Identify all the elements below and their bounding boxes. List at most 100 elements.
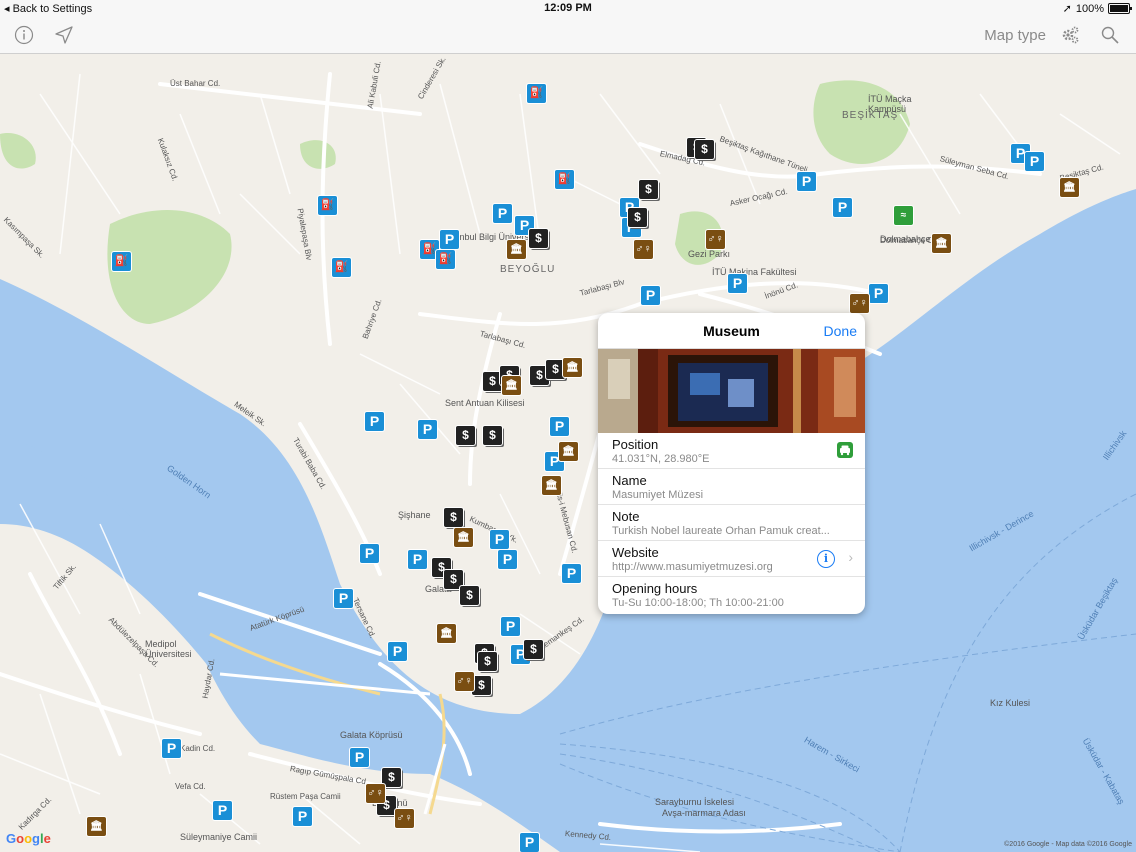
parking-pin[interactable]: P	[408, 550, 427, 569]
opening-hours-row[interactable]: Opening hours Tu-Su 10:00-18:00; Th 10:0…	[598, 577, 865, 613]
museum-pin[interactable]: 🏛	[932, 234, 951, 253]
museum-pin[interactable]: 🏛	[454, 528, 473, 547]
museum-pin[interactable]: 🏛	[559, 442, 578, 461]
atm-pin[interactable]: $	[529, 229, 548, 248]
fuel-station-icon[interactable]: ⛽	[112, 252, 131, 271]
atm-pin[interactable]: $	[695, 140, 714, 159]
road-label: Rüstem Paşa Camii	[270, 792, 341, 801]
poi-label: Sent Antuan Kilisesi	[445, 398, 525, 408]
road-label: Üst Bahar Cd.	[170, 79, 221, 88]
website-row[interactable]: Website http://www.masumiyetmuzesi.org i…	[598, 541, 865, 577]
parking-pin[interactable]: P	[1025, 152, 1044, 171]
museum-pin[interactable]: 🏛	[1060, 178, 1079, 197]
parking-pin[interactable]: P	[360, 544, 379, 563]
parking-pin[interactable]: P	[562, 564, 581, 583]
parking-pin[interactable]: P	[334, 589, 353, 608]
parking-pin[interactable]: P	[498, 550, 517, 569]
poi-label: Kız Kulesi	[990, 698, 1031, 708]
parking-pin[interactable]: P	[493, 204, 512, 223]
parking-pin[interactable]: P	[162, 739, 181, 758]
museum-pin[interactable]: 🏛	[87, 817, 106, 836]
position-row[interactable]: Position 41.031°N, 28.980°E	[598, 433, 865, 469]
atm-pin[interactable]: $	[628, 208, 647, 227]
chevron-right-icon: ›	[848, 549, 853, 565]
search-icon[interactable]	[1100, 25, 1120, 45]
atm-pin[interactable]: $	[483, 426, 502, 445]
parking-pin[interactable]: P	[293, 807, 312, 826]
parking-pin[interactable]: P	[418, 420, 437, 439]
fuel-station-icon[interactable]: ⛽	[436, 250, 455, 269]
done-button[interactable]: Done	[824, 323, 857, 339]
toilet-pin[interactable]: ♂♀	[850, 294, 869, 313]
parking-pin[interactable]: P	[388, 642, 407, 661]
poi-label: İTÜ Makina Fakültesi	[712, 267, 797, 277]
swimming-pool-pin[interactable]: ≈	[894, 206, 913, 225]
map-view[interactable]: BEYOĞLU BEŞİKTAŞ Üst Bahar Cd. Kulaksız …	[0, 54, 1136, 852]
atm-pin[interactable]: $	[444, 508, 463, 527]
parking-pin[interactable]: P	[869, 284, 888, 303]
atm-pin[interactable]: $	[639, 180, 658, 199]
parking-pin[interactable]: P	[797, 172, 816, 191]
fuel-station-icon[interactable]: ⛽	[555, 170, 574, 189]
museum-pin[interactable]: 🏛	[437, 624, 456, 643]
poi-label: Gezi Parkı	[688, 249, 731, 259]
parking-pin[interactable]: P	[550, 417, 569, 436]
atm-pin[interactable]: $	[460, 586, 479, 605]
gear-icon[interactable]	[1060, 25, 1080, 45]
toilet-pin[interactable]: ♂♀	[706, 230, 725, 249]
popover-header: Museum Done	[598, 313, 865, 349]
museum-pin[interactable]: 🏛	[507, 240, 526, 259]
parking-pin[interactable]: P	[213, 801, 232, 820]
toilet-pin[interactable]: ♂♀	[395, 809, 414, 828]
poi-label: Medipol Üniversitesi	[145, 639, 192, 659]
locate-icon[interactable]	[54, 25, 74, 45]
poi-label: Avşa-marmara Adası	[662, 808, 746, 818]
toilet-pin[interactable]: ♂♀	[455, 672, 474, 691]
museum-pin[interactable]: 🏛	[502, 376, 521, 395]
status-right: ➚ 100%	[1062, 2, 1132, 15]
atm-pin[interactable]: $	[472, 676, 491, 695]
poi-label: Sarayburnu İskelesi	[655, 797, 735, 807]
map-copyright: ©2016 Google - Map data ©2016 Google	[1004, 841, 1132, 848]
atm-pin[interactable]: $	[382, 768, 401, 787]
fuel-station-icon[interactable]: ⛽	[318, 196, 337, 215]
parking-pin[interactable]: P	[490, 530, 509, 549]
parking-pin[interactable]: P	[641, 286, 660, 305]
road-label: Kadin Cd.	[180, 744, 216, 753]
status-time: 12:09 PM	[544, 2, 592, 14]
poi-label: İTÜ Maçka Kampüsü	[868, 94, 912, 114]
note-label: Note	[612, 509, 640, 524]
parking-pin[interactable]: P	[350, 748, 369, 767]
fuel-station-icon[interactable]: ⛽	[527, 84, 546, 103]
parking-pin[interactable]: P	[365, 412, 384, 431]
position-value: 41.031°N, 28.980°E	[612, 453, 710, 465]
note-row[interactable]: Note Turkish Nobel laureate Orhan Pamuk …	[598, 505, 865, 541]
poi-detail-popover: Museum Done Position 41.031°N, 28.980°E …	[598, 313, 865, 614]
museum-photo[interactable]	[598, 349, 865, 433]
name-row[interactable]: Name Masumiyet Müzesi	[598, 469, 865, 505]
toolbar: Map type	[0, 18, 1136, 54]
road-label: Vefa Cd.	[175, 782, 206, 791]
parking-pin[interactable]: P	[520, 833, 539, 852]
toilet-pin[interactable]: ♂♀	[366, 784, 385, 803]
museum-pin[interactable]: 🏛	[542, 476, 561, 495]
map-type-button[interactable]: Map type	[984, 27, 1046, 44]
poi-label: Süleymaniye Camii	[180, 832, 258, 842]
info-icon[interactable]	[14, 25, 34, 45]
opening-hours-label: Opening hours	[612, 581, 698, 596]
atm-pin[interactable]: $	[478, 652, 497, 671]
parking-pin[interactable]: P	[728, 274, 747, 293]
poi-label: Dolmabahçe	[880, 234, 931, 244]
parking-pin[interactable]: P	[501, 617, 520, 636]
fuel-station-icon[interactable]: ⛽	[332, 258, 351, 277]
car-icon[interactable]	[837, 442, 853, 458]
toilet-pin[interactable]: ♂♀	[634, 240, 653, 259]
info-detail-icon[interactable]: i	[817, 550, 835, 568]
parking-pin[interactable]: P	[833, 198, 852, 217]
museum-pin[interactable]: 🏛	[563, 358, 582, 377]
website-value[interactable]: http://www.masumiyetmuzesi.org	[612, 561, 852, 573]
location-arrow-icon: ➚	[1062, 3, 1072, 15]
atm-pin[interactable]: $	[456, 426, 475, 445]
parking-pin[interactable]: P	[440, 230, 459, 249]
atm-pin[interactable]: $	[524, 640, 543, 659]
